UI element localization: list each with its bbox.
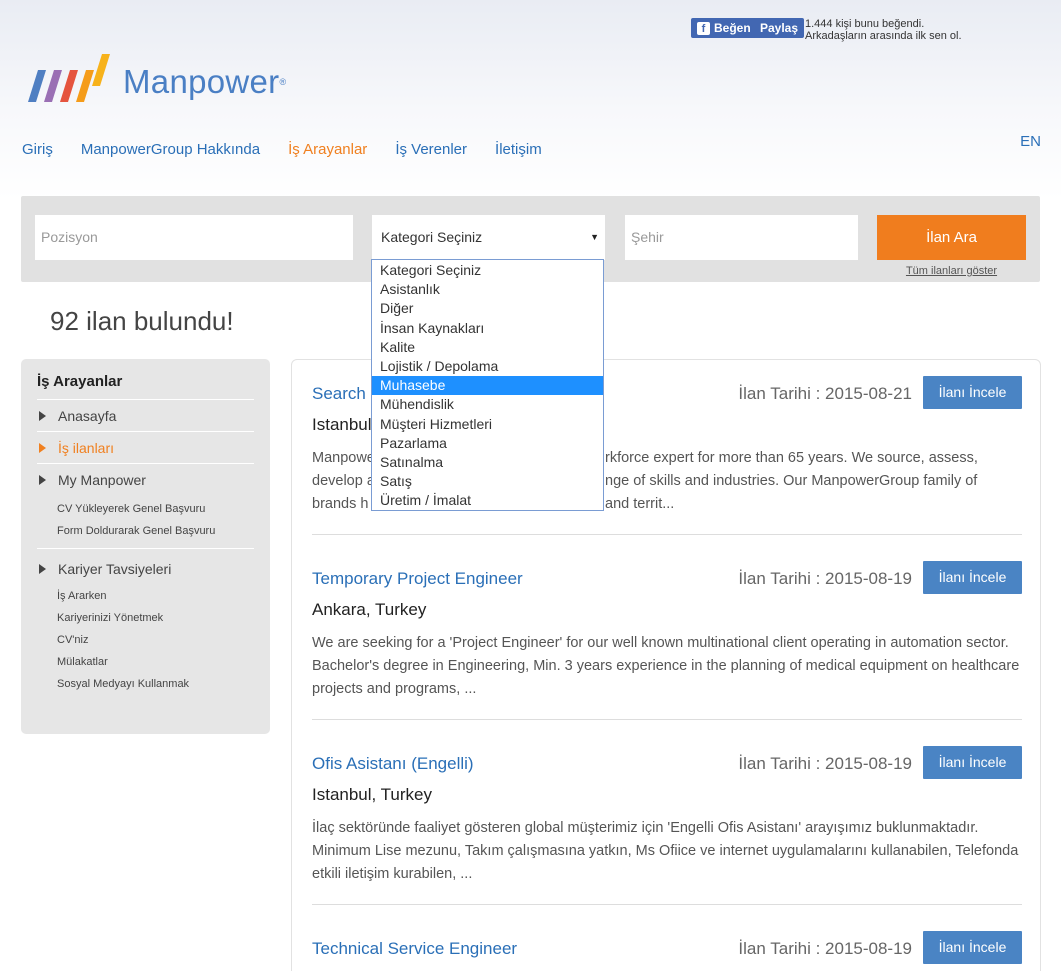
dropdown-option[interactable]: Üretim / İmalat	[372, 491, 603, 510]
facebook-like-button[interactable]: f Beğen	[691, 18, 757, 38]
triangle-right-icon	[39, 442, 46, 453]
sidebar-title: İş Arayanlar	[37, 373, 254, 400]
sidebar-item-label: Kariyer Tavsiyeleri	[58, 561, 172, 577]
dropdown-arrow-icon: ▼	[590, 232, 599, 242]
sidebar-subitem[interactable]: CV'niz	[37, 629, 254, 651]
manpower-logo[interactable]: Manpower®	[25, 52, 286, 104]
job-description: İlaç sektöründe faaliyet gösteren global…	[312, 820, 1019, 882]
manpower-logo-text: Manpower®	[123, 63, 287, 100]
nav-item-is-verenler[interactable]: İş Verenler	[395, 141, 467, 158]
view-job-button[interactable]: İlanı İncele	[923, 376, 1022, 409]
job-location: Ankara, Turkey	[312, 600, 427, 619]
category-dropdown-list: Kategori Seçiniz Asistanlık Diğer İnsan …	[371, 259, 604, 511]
job-date: İlan Tarihi : 2015-08-19	[738, 754, 912, 773]
triangle-right-icon	[39, 475, 46, 485]
divider	[312, 719, 1022, 720]
dropdown-option[interactable]: Mühendislik	[372, 395, 603, 414]
sidebar-item-my-manpower[interactable]: My Manpower	[37, 464, 254, 496]
facebook-social-text: 1.444 kişi bunu beğendi. Arkadaşların ar…	[805, 18, 962, 42]
job-title-link[interactable]: Ofis Asistanı (Engelli)	[312, 754, 1022, 774]
divider	[312, 534, 1022, 535]
category-select-value: Kategori Seçiniz	[381, 229, 483, 245]
nav-item-is-arayanlar[interactable]: İş Arayanlar	[288, 141, 367, 158]
manpower-stripes-icon	[28, 54, 110, 102]
job-location: Istanbul, Turkey	[312, 785, 433, 804]
sidebar-subitem-form-apply[interactable]: Form Doldurarak Genel Başvuru	[37, 520, 254, 542]
facebook-share-label: Paylaş	[760, 21, 799, 35]
sidebar-subitem[interactable]: Kariyerinizi Yönetmek	[37, 607, 254, 629]
dropdown-option[interactable]: Lojistik / Depolama	[372, 357, 603, 376]
view-job-button[interactable]: İlanı İncele	[923, 746, 1022, 779]
nav-item-giris[interactable]: Giriş	[22, 141, 53, 158]
city-input[interactable]: Şehir	[625, 215, 858, 260]
sidebar-subitem-cv-upload[interactable]: CV Yükleyerek Genel Başvuru	[37, 498, 254, 520]
job-date: İlan Tarihi : 2015-08-21	[738, 384, 912, 403]
view-job-button[interactable]: İlanı İncele	[923, 931, 1022, 964]
job-listing: Ofis Asistanı (Engelli) Istanbul, Turkey…	[312, 746, 1022, 886]
sidebar-subitem[interactable]: Mülakatlar	[37, 651, 254, 673]
sidebar-item-label: Anasayfa	[58, 407, 117, 424]
dropdown-option[interactable]: Satış	[372, 472, 603, 491]
job-listing: Technical Service Engineer İlan Tarihi :…	[312, 931, 1022, 964]
position-input[interactable]: Pozisyon	[35, 215, 353, 260]
sidebar-item-anasayfa[interactable]: Anasayfa	[37, 400, 254, 432]
career-submenu: İş Ararken Kariyerinizi Yönetmek CV'niz …	[37, 585, 254, 695]
job-listing: Temporary Project Engineer Ankara, Turke…	[312, 561, 1022, 701]
triangle-right-icon	[39, 564, 46, 574]
show-all-link[interactable]: Tüm ilanları göster	[877, 265, 1026, 277]
sidebar-item-kariyer[interactable]: Kariyer Tavsiyeleri	[37, 553, 254, 585]
my-manpower-submenu: CV Yükleyerek Genel Başvuru Form Doldura…	[37, 496, 254, 549]
sidebar-item-label: İş ilanları	[58, 439, 115, 456]
dropdown-option[interactable]: Diğer	[372, 299, 603, 318]
sidebar-subitem[interactable]: İş Ararken	[37, 585, 254, 607]
dropdown-option[interactable]: Pazarlama	[372, 434, 603, 453]
main-nav: Giriş ManpowerGroup Hakkında İş Arayanla…	[22, 141, 570, 158]
nav-item-hakkinda[interactable]: ManpowerGroup Hakkında	[81, 141, 260, 158]
dropdown-option[interactable]: Kalite	[372, 338, 603, 357]
view-job-button[interactable]: İlanı İncele	[923, 561, 1022, 594]
search-button[interactable]: İlan Ara	[877, 215, 1026, 260]
job-date: İlan Tarihi : 2015-08-19	[738, 569, 912, 588]
triangle-right-icon	[39, 410, 46, 421]
sidebar-item-label: My Manpower	[58, 472, 146, 488]
sidebar-subitem[interactable]: Sosyal Medyayı Kullanmak	[37, 673, 254, 695]
facebook-like-label: Beğen	[714, 21, 751, 35]
dropdown-option[interactable]: İnsan Kaynakları	[372, 319, 603, 338]
nav-item-iletisim[interactable]: İletişim	[495, 141, 542, 158]
divider	[312, 904, 1022, 905]
category-select[interactable]: Kategori Seçiniz ▼	[372, 215, 605, 260]
dropdown-option-highlighted[interactable]: Muhasebe	[372, 376, 603, 396]
language-switch[interactable]: EN	[1020, 133, 1041, 150]
job-title-link[interactable]: Temporary Project Engineer	[312, 569, 1022, 589]
job-title-link[interactable]: Technical Service Engineer	[312, 939, 1022, 959]
sidebar: İş Arayanlar Anasayfa İş ilanları My Man…	[21, 359, 270, 734]
sidebar-item-is-ilanlari[interactable]: İş ilanları	[37, 432, 254, 464]
facebook-share-button[interactable]: Paylaş	[754, 18, 805, 38]
dropdown-option[interactable]: Müşteri Hizmetleri	[372, 415, 603, 434]
job-description: We are seeking for a 'Project Engineer' …	[312, 635, 1020, 697]
dropdown-option[interactable]: Asistanlık	[372, 280, 603, 299]
dropdown-option[interactable]: Kategori Seçiniz	[372, 261, 603, 280]
facebook-icon: f	[697, 21, 710, 35]
dropdown-option[interactable]: Satınalma	[372, 453, 603, 472]
result-count: 92 ilan bulundu!	[50, 306, 234, 336]
job-date: İlan Tarihi : 2015-08-19	[738, 939, 912, 958]
